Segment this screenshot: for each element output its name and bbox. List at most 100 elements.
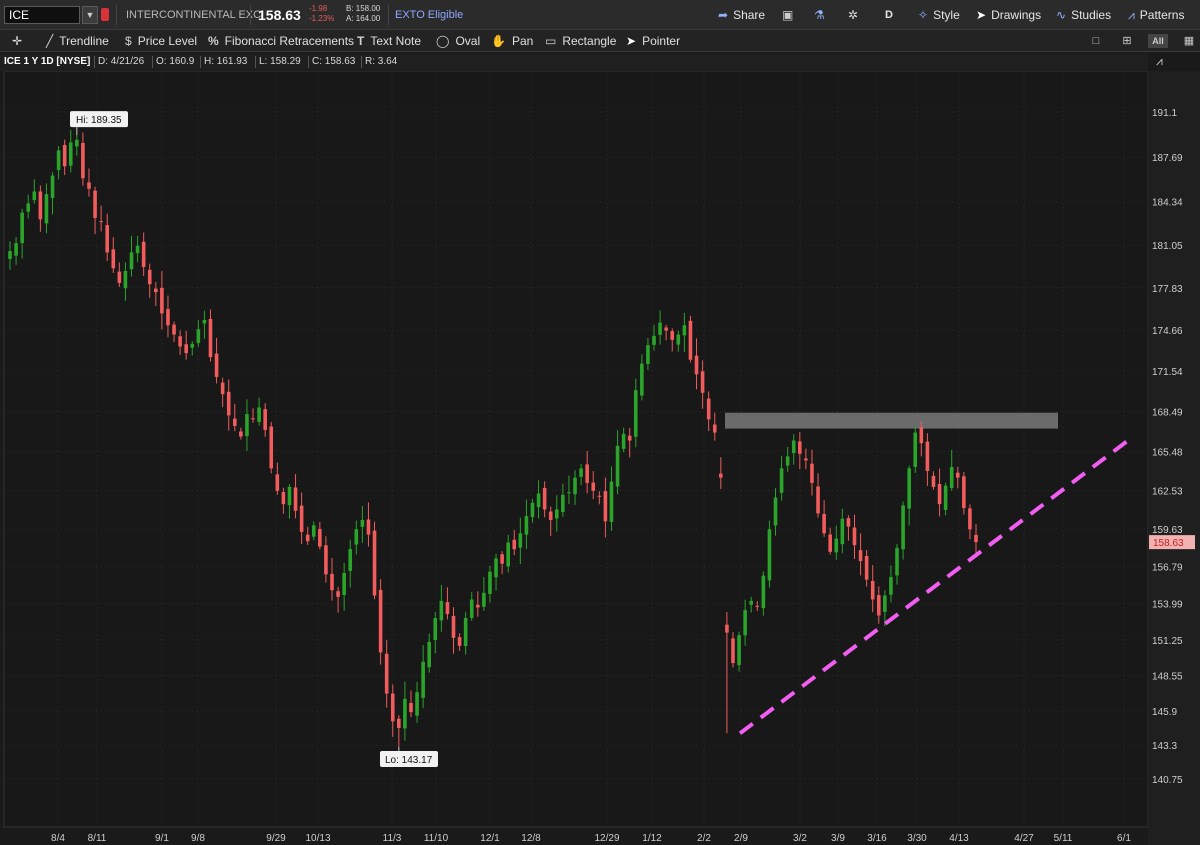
fibonacci-tool[interactable]: % Fibonacci Retracements bbox=[208, 30, 354, 52]
x-tick-label: 12/1 bbox=[480, 833, 500, 844]
candle-body bbox=[640, 363, 644, 396]
candle-body bbox=[245, 414, 249, 437]
exto-badge[interactable]: EXTO Eligible bbox=[395, 9, 463, 21]
candle-body bbox=[506, 542, 510, 567]
pointer-tool[interactable]: ➤ Pointer bbox=[626, 30, 680, 52]
share-button[interactable]: ➦ Share bbox=[718, 0, 765, 30]
bid-price: B: 158.00 bbox=[346, 4, 381, 13]
chart-title: ICE 1 Y 1D [NYSE] bbox=[4, 56, 91, 67]
pointer-label: Pointer bbox=[642, 34, 681, 48]
pan-tool[interactable]: ✋ Pan bbox=[491, 30, 533, 52]
rectangle-tool[interactable]: ▭ Rectangle bbox=[545, 30, 616, 52]
candle-body bbox=[670, 331, 675, 340]
grid-layout-icon[interactable]: ⊞ bbox=[1120, 34, 1134, 48]
candle-body bbox=[597, 495, 602, 497]
candle-body bbox=[117, 271, 122, 283]
price-change: -1.98 -1.23% bbox=[309, 4, 334, 24]
settings-button[interactable]: ✲ bbox=[848, 0, 858, 30]
pointer-icon: ➤ bbox=[976, 8, 987, 22]
candle-body bbox=[141, 241, 146, 267]
grid-icon[interactable]: ▦ bbox=[1182, 34, 1196, 48]
x-tick-label: 4/27 bbox=[1014, 833, 1034, 844]
candle-body bbox=[196, 329, 201, 343]
style-button[interactable]: ✧ Style bbox=[918, 0, 960, 30]
divider bbox=[116, 5, 117, 25]
trendline-icon: ╱ bbox=[46, 34, 54, 48]
candle-body bbox=[38, 191, 43, 220]
candle-body bbox=[397, 718, 401, 728]
x-tick-label: 10/13 bbox=[305, 833, 330, 844]
drawings-button[interactable]: ➤ Drawings bbox=[976, 0, 1041, 30]
candle-body bbox=[931, 475, 936, 487]
period-button[interactable]: D bbox=[885, 0, 893, 30]
candle-body bbox=[202, 319, 207, 324]
candle-body bbox=[372, 530, 377, 596]
y-tick-label: 171.54 bbox=[1152, 367, 1183, 378]
period-label: D bbox=[885, 9, 893, 21]
oval-tool[interactable]: ◯ Oval bbox=[436, 30, 480, 52]
candle-body bbox=[779, 468, 784, 493]
candle-body bbox=[403, 698, 407, 729]
candle-body bbox=[56, 150, 61, 170]
candle-body bbox=[712, 424, 717, 433]
candle-body bbox=[305, 534, 310, 542]
ask-price: A: 164.00 bbox=[346, 14, 381, 23]
candle-body bbox=[700, 371, 705, 393]
candle-body bbox=[627, 435, 632, 441]
scale-settings-icon[interactable]: ⩘ bbox=[1156, 54, 1172, 70]
candle-body bbox=[275, 474, 280, 491]
candle-body bbox=[585, 464, 589, 483]
candle-body bbox=[949, 467, 954, 489]
price-level-tool[interactable]: $ Price Level bbox=[125, 30, 197, 52]
y-tick-label: 143.3 bbox=[1152, 741, 1177, 752]
low-label: Lo: 143.17 bbox=[385, 755, 433, 766]
trendline-tool[interactable]: ╱ Trendline bbox=[46, 30, 109, 52]
candle-body bbox=[725, 624, 729, 633]
candle-body bbox=[415, 692, 419, 716]
gear-icon: ✲ bbox=[848, 8, 859, 22]
patterns-button[interactable]: ⩘ Patterns bbox=[1128, 0, 1184, 30]
candle-body bbox=[476, 604, 480, 608]
rectangle-label: Rectangle bbox=[562, 34, 617, 48]
candle-body bbox=[14, 243, 18, 256]
candle-body bbox=[123, 270, 128, 289]
pin-button[interactable]: ✛ bbox=[12, 30, 22, 52]
candle-body bbox=[889, 576, 893, 595]
divider bbox=[388, 5, 389, 25]
screenshot-button[interactable]: ▣ bbox=[782, 0, 793, 30]
candle-body bbox=[427, 641, 432, 668]
single-layout-icon[interactable]: □ bbox=[1089, 34, 1103, 48]
candle-body bbox=[220, 382, 225, 395]
candle-body bbox=[293, 487, 298, 511]
candle-body bbox=[20, 212, 24, 244]
studies-button[interactable]: ∿ Studies bbox=[1056, 0, 1111, 30]
candle-body bbox=[907, 468, 911, 509]
candle-body bbox=[870, 580, 875, 600]
price-chart[interactable]: 8/4 8/11 9/1 9/8 9/29 10/13 11/3 11/10 12/1 12/8 1… bbox=[0, 71, 1200, 845]
flask-button[interactable]: ⚗ bbox=[814, 0, 825, 30]
candle-body bbox=[633, 390, 638, 437]
alert-icon[interactable] bbox=[101, 8, 109, 21]
candle-body bbox=[791, 440, 796, 454]
all-toggle[interactable]: All bbox=[1148, 34, 1168, 48]
candle-body bbox=[682, 325, 687, 336]
x-tick-label: 11/3 bbox=[383, 833, 402, 844]
candle-body bbox=[937, 483, 942, 505]
patterns-label: Patterns bbox=[1139, 8, 1185, 22]
chart-info-bar: ICE 1 Y 1D [NYSE] D: 4/21/26 O: 160.9 H:… bbox=[0, 53, 1148, 71]
candle-body bbox=[232, 418, 237, 426]
candle-body bbox=[287, 486, 292, 506]
candle-body bbox=[548, 511, 553, 521]
patterns-icon: ⩘ bbox=[1128, 8, 1135, 22]
candle-body bbox=[451, 615, 456, 638]
y-tick-label: 168.49 bbox=[1152, 408, 1183, 419]
y-tick-label: 162.53 bbox=[1152, 486, 1183, 497]
candle-body bbox=[354, 529, 359, 545]
x-tick-label: 12/8 bbox=[521, 833, 541, 844]
candle-body bbox=[324, 545, 328, 575]
text-note-tool[interactable]: T Text Note bbox=[357, 30, 421, 52]
candle-body bbox=[44, 194, 49, 224]
symbol-input[interactable] bbox=[4, 6, 80, 24]
share-label: Share bbox=[733, 8, 766, 22]
symbol-dropdown-button[interactable]: ▼ bbox=[82, 6, 98, 24]
